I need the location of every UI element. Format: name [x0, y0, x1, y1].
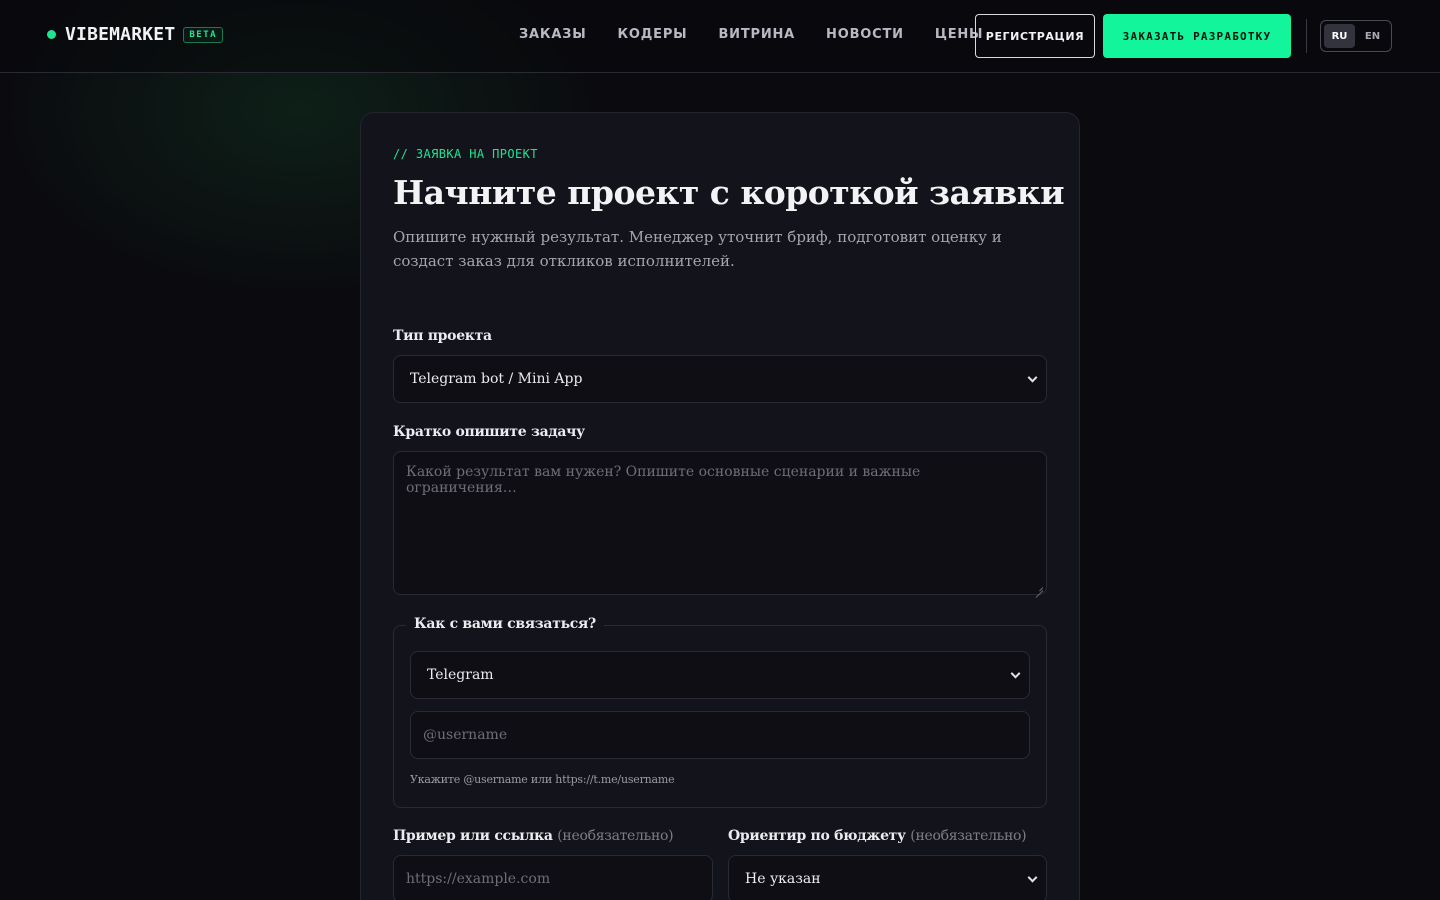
resize-handle-icon[interactable]	[1035, 583, 1043, 591]
main-nav: ЗАКАЗЫ КОДЕРЫ ВИТРИНА НОВОСТИ ЦЕНЫ	[519, 27, 1014, 42]
top-navigation-bar: VIBEMARKET BETA ЗАКАЗЫ КОДЕРЫ ВИТРИНА НО…	[0, 0, 1440, 73]
contact-method-value: Telegram	[427, 667, 494, 683]
contact-fieldset: Как с вами связаться? Telegram @username…	[393, 616, 1047, 808]
logo-text: VIBEMARKET	[65, 24, 176, 45]
task-placeholder: Какой результат вам нужен? Опишите основ…	[406, 464, 921, 496]
project-type-select[interactable]: Telegram bot / Mini App	[393, 355, 1047, 403]
register-button[interactable]: РЕГИСТРАЦИЯ	[975, 14, 1095, 58]
budget-optional-note: (необязательно)	[910, 828, 1027, 844]
contact-username-placeholder: @username	[423, 727, 508, 743]
budget-label-text: Ориентир по бюджету	[728, 828, 906, 844]
beta-badge: BETA	[183, 26, 224, 43]
language-en-button[interactable]: EN	[1357, 24, 1388, 48]
example-optional-note: (необязательно)	[557, 828, 674, 844]
header-divider	[1306, 19, 1307, 53]
language-switcher: RU EN	[1320, 20, 1392, 52]
nav-item-orders[interactable]: ЗАКАЗЫ	[519, 27, 587, 42]
language-ru-button[interactable]: RU	[1324, 24, 1355, 48]
budget-value: Не указан	[745, 871, 821, 887]
project-type-value: Telegram bot / Mini App	[410, 371, 583, 387]
nav-item-showcase[interactable]: ВИТРИНА	[718, 27, 795, 42]
nav-item-news[interactable]: НОВОСТИ	[826, 27, 904, 42]
page-subtitle: Опишите нужный результат. Менеджер уточн…	[393, 228, 1002, 270]
example-link-input[interactable]: https://example.com	[393, 855, 713, 900]
budget-select[interactable]: Не указан	[728, 855, 1047, 900]
example-link-placeholder: https://example.com	[406, 871, 551, 887]
budget-label: Ориентир по бюджету (необязательно)	[728, 828, 1027, 844]
section-eyebrow: // ЗАЯВКА НА ПРОЕКТ	[393, 147, 538, 161]
order-development-button[interactable]: ЗАКАЗАТЬ РАЗРАБОТКУ	[1103, 14, 1291, 58]
example-label-text: Пример или ссылка	[393, 828, 553, 844]
task-label: Кратко опишите задачу	[393, 424, 585, 440]
contact-legend: Как с вами связаться?	[406, 616, 604, 632]
chevron-down-icon	[1027, 372, 1038, 383]
task-textarea[interactable]: Какой результат вам нужен? Опишите основ…	[393, 451, 1047, 595]
logo-dot-icon	[47, 30, 56, 39]
chevron-down-icon	[1027, 872, 1038, 883]
contact-hint: Укажите @username или https://t.me/usern…	[410, 773, 675, 786]
project-type-label: Тип проекта	[393, 328, 492, 344]
example-label: Пример или ссылка (необязательно)	[393, 828, 674, 844]
project-request-card: // ЗАЯВКА НА ПРОЕКТ Начните проект с кор…	[360, 112, 1080, 900]
nav-item-coders[interactable]: КОДЕРЫ	[618, 27, 688, 42]
page-title: Начните проект с короткой заявки	[393, 173, 1065, 212]
logo[interactable]: VIBEMARKET BETA	[47, 24, 224, 45]
contact-username-input[interactable]: @username	[410, 711, 1030, 759]
chevron-down-icon	[1010, 668, 1021, 679]
contact-method-select[interactable]: Telegram	[410, 651, 1030, 699]
